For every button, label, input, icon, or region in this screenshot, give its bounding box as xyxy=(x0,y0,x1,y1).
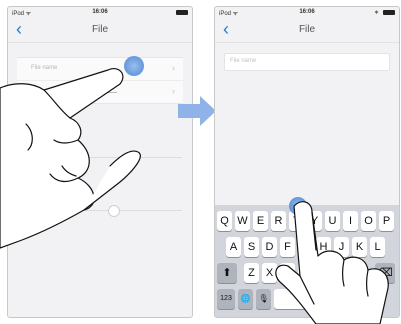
battery-icon xyxy=(176,10,188,15)
battery-icon xyxy=(383,10,395,15)
key-e[interactable]: E xyxy=(253,211,268,231)
hand-illustration xyxy=(275,201,389,324)
nav-bar: ‹ File xyxy=(8,18,192,43)
clock: 16:06 xyxy=(92,9,108,15)
key-w[interactable]: W xyxy=(235,211,250,231)
hand-illustration xyxy=(0,68,141,249)
status-bar: iPod ᯤ 16:06 xyxy=(8,7,192,18)
mic-icon[interactable]: 🎙 xyxy=(256,289,271,309)
arrow-right-icon xyxy=(178,96,216,126)
file-name-input[interactable]: File name xyxy=(224,53,390,71)
key-s[interactable]: S xyxy=(244,237,259,257)
status-bar: iPod ᯤ 16:06 ∗ xyxy=(215,7,399,18)
file-name-placeholder: File name xyxy=(230,58,257,64)
key-z[interactable]: Z xyxy=(244,263,259,283)
bluetooth-icon: ∗ xyxy=(373,10,379,16)
page-title: File xyxy=(91,24,109,35)
nav-bar: ‹ File xyxy=(215,18,399,43)
key-q[interactable]: Q xyxy=(217,211,232,231)
clock: 16:06 xyxy=(299,9,315,15)
page-title: File xyxy=(298,24,316,35)
shift-icon[interactable]: ⬆ xyxy=(217,263,237,283)
numbers-key[interactable]: 123 xyxy=(217,289,235,309)
globe-icon[interactable]: 🌐 xyxy=(238,289,253,309)
key-a[interactable]: A xyxy=(226,237,241,257)
